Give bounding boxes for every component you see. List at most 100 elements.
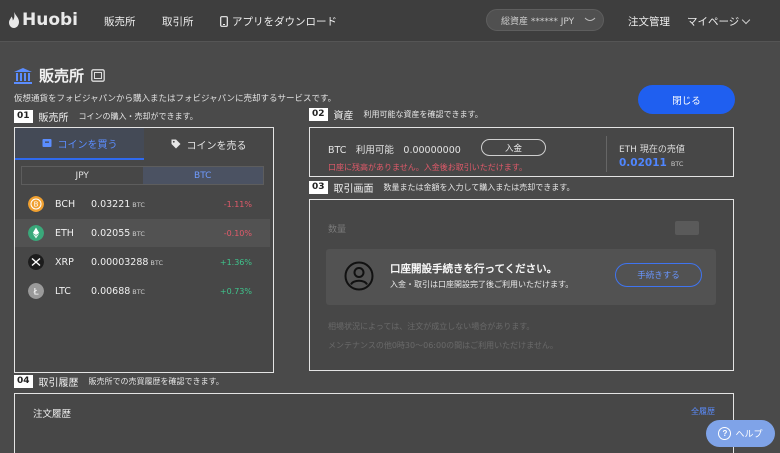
top-header: Huobi 販売所 取引所 アプリをダウンロード 総資産 ****** JPY … (0, 0, 780, 42)
logo-text: Huobi (22, 10, 79, 30)
nav-mypage[interactable]: マイページ (687, 14, 751, 29)
proceed-button[interactable]: 手続きする (615, 263, 702, 287)
section-number: 02 (309, 108, 328, 121)
question-icon: ? (718, 427, 732, 440)
tab-sell-coin[interactable]: コインを売る (144, 128, 273, 160)
page-subtitle: 仮想通貨をフォビジャパンから購入またはフォビジャパンに売却するサービスです。 (14, 94, 337, 104)
download-label: アプリをダウンロード (232, 16, 337, 28)
eth-price-unit: BTC (670, 160, 684, 168)
section-desc: 販売所での売買履歴を確認できます。 (88, 377, 224, 386)
coin-row-ltc[interactable]: Ł LTC 0.00688 BTC +0.73% (15, 277, 270, 305)
section-number: 03 (309, 181, 328, 194)
section-title: 取引履歴 (38, 378, 79, 389)
page-title-text: 販売所 (39, 67, 85, 85)
note-order-fill: 相場状況によっては、注文が成立しない場合があります。 (328, 322, 535, 331)
coin-price: 0.00688 BTC (91, 286, 145, 297)
eth-coin-icon (28, 225, 44, 241)
buy-sell-tabs: コインを買う コインを売る (15, 128, 273, 160)
nav-download-app[interactable]: アプリをダウンロード (220, 14, 337, 29)
coin-price: 0.03221 BTC (91, 199, 145, 210)
quantity-unit-box (675, 221, 699, 235)
exchange-panel: 数量 口座開設手続きを行ってください。 入金・取引は口座開設完了後ご利用いただけ… (309, 199, 734, 371)
coin-symbol: ETH (55, 227, 74, 239)
price-unit: BTC (132, 200, 145, 209)
coin-change: -1.11% (223, 199, 252, 209)
quantity-label: 数量 (328, 225, 347, 235)
notice-title: 口座開設手続きを行ってください。 (390, 263, 558, 275)
price-unit: BTC (132, 229, 145, 238)
tab-jpy[interactable]: JPY (22, 167, 143, 184)
page-title: 販売所 (14, 65, 105, 86)
nav-hanbaijo[interactable]: 販売所 (104, 14, 136, 29)
notice-desc: 入金・取引は口座開設完了後ご利用いただけます。 (390, 280, 574, 289)
eth-price-value: 0.02011 (619, 157, 667, 169)
price-value: 0.00003288 (91, 256, 149, 268)
coin-price: 0.02055 BTC (91, 228, 145, 239)
section-01-label: 01 販売所 コインの購入・売却ができます。 (14, 109, 198, 124)
coin-symbol: BCH (55, 198, 76, 210)
xrp-coin-icon (28, 254, 44, 270)
bank-icon (14, 67, 32, 84)
coin-price: 0.00003288 BTC (91, 257, 163, 268)
price-unit: BTC (132, 287, 145, 296)
tab-btc[interactable]: BTC (142, 167, 263, 184)
coin-change: -0.10% (223, 228, 252, 238)
wallet-icon (42, 139, 51, 147)
mypage-label: マイページ (687, 16, 740, 28)
tag-icon (171, 139, 180, 149)
help-label: ヘルプ (735, 429, 763, 439)
price-unit: BTC (150, 258, 164, 267)
guide-book-icon[interactable] (91, 69, 105, 82)
section-02-label: 02 資産 利用可能な資産を確認できます。 (309, 107, 483, 122)
eth-sell-price: 0.02011 BTC (619, 157, 683, 169)
eye-closed-icon[interactable] (584, 17, 596, 23)
order-history-title: 注文履歴 (33, 409, 72, 420)
ltc-coin-icon: Ł (28, 283, 44, 299)
section-title: 販売所 (38, 113, 69, 124)
chevron-down-icon (742, 15, 751, 25)
order-history-panel: 注文履歴 全履歴 (14, 393, 734, 453)
divider (606, 136, 607, 172)
currency-tabs: JPY BTC (21, 166, 264, 185)
section-number: 04 (14, 375, 33, 388)
section-number: 01 (14, 110, 33, 123)
coin-row-eth[interactable]: ETH 0.02055 BTC -0.10% (15, 219, 270, 247)
tab-buy-coin[interactable]: コインを買う (15, 128, 144, 160)
btc-available: BTC 利用可能 0.00000000 (328, 145, 461, 156)
section-03-label: 03 取引画面 数量または金額を入力して購入または売却できます。 (309, 180, 575, 195)
section-04-label: 04 取引履歴 販売所での売買履歴を確認できます。 (14, 374, 224, 389)
price-value: 0.03221 (91, 198, 131, 210)
section-desc: 数量または金額を入力して購入または売却できます。 (383, 183, 575, 192)
eth-sell-price-label: ETH 現在の売値 (619, 145, 685, 155)
section-title: 取引画面 (333, 184, 374, 195)
coin-symbol: LTC (55, 285, 71, 297)
account-opening-notice: 口座開設手続きを行ってください。 入金・取引は口座開設完了後ご利用いただけます。… (326, 249, 716, 305)
coin-row-bch[interactable]: B BCH 0.03221 BTC -1.11% (15, 190, 270, 218)
bch-coin-icon: B (28, 196, 44, 212)
section-desc: 利用可能な資産を確認できます。 (363, 110, 483, 119)
assets-label: 総資産 ****** JPY (501, 16, 575, 27)
person-icon (344, 261, 374, 291)
coin-trade-panel: コインを買う コインを売る JPY BTC B BCH 0.03221 BTC -… (14, 127, 274, 373)
deposit-button[interactable]: 入金 (481, 139, 546, 156)
help-button[interactable]: ? ヘルプ (706, 420, 775, 447)
nav-order-management[interactable]: 注文管理 (628, 14, 670, 29)
coin-change: +1.36% (219, 257, 252, 267)
tab-sell-label: コインを売る (186, 140, 247, 152)
tab-buy-label: コインを買う (57, 139, 118, 151)
flame-logo-icon (9, 12, 19, 28)
price-value: 0.02055 (91, 227, 131, 239)
svg-text:B: B (34, 201, 39, 209)
coin-row-xrp[interactable]: XRP 0.00003288 BTC +1.36% (15, 248, 270, 276)
close-button[interactable]: 閉じる (638, 85, 735, 114)
all-history-link[interactable]: 全履歴 (691, 406, 715, 417)
svg-text:Ł: Ł (32, 288, 39, 298)
phone-icon (220, 16, 228, 27)
total-assets-pill[interactable]: 総資産 ****** JPY (486, 9, 604, 31)
section-desc: コインの購入・売却ができます。 (78, 112, 198, 121)
assets-panel: BTC 利用可能 0.00000000 入金 口座に残高がありません。入金後お取… (309, 127, 734, 177)
nav-torihikijo[interactable]: 取引所 (162, 14, 194, 29)
coin-symbol: XRP (55, 256, 74, 268)
huobi-logo[interactable]: Huobi (8, 10, 78, 30)
section-title: 資産 (333, 111, 354, 122)
